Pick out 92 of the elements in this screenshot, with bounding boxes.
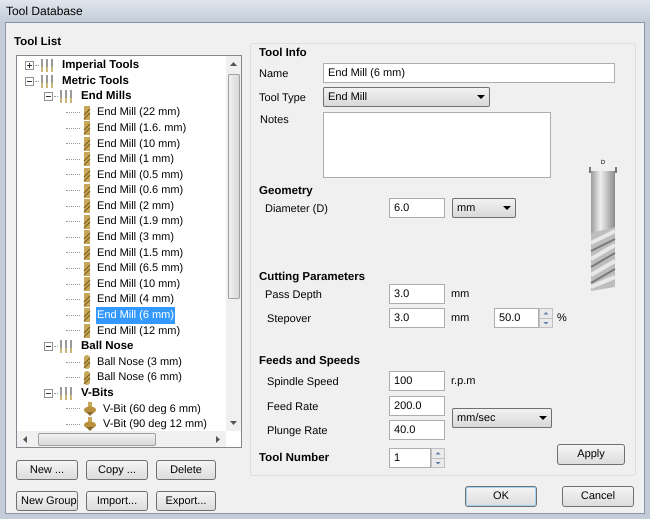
tool-item[interactable]: End Mill (10 mm) [96, 136, 182, 152]
tool-item[interactable]: End Mill (0.5 mm) [96, 166, 184, 184]
unit-label: r.p.m [451, 374, 476, 389]
feed-rate-field[interactable]: 200.0 [389, 396, 445, 416]
spindle-speed-field[interactable]: 100 [389, 371, 445, 391]
tool-item[interactable]: End Mill (2 mm) [96, 198, 176, 214]
field-label: Diameter (D) [265, 202, 328, 214]
tool-group-label[interactable]: V-Bits [79, 384, 116, 402]
field-label: Stepover [267, 312, 312, 324]
unit-label: % [557, 310, 567, 326]
tool-item[interactable]: Ball Nose (3 mm) [96, 354, 183, 370]
unit-label: mm [451, 286, 470, 302]
collapse-icon[interactable] [25, 76, 34, 86]
tool-list-button[interactable]: Copy ... [86, 460, 148, 480]
stepover-percent-field[interactable]: 50.0 [494, 308, 539, 328]
tool-list-button[interactable]: Delete [156, 460, 216, 480]
tool-group-icon [59, 386, 73, 400]
down-arrow-icon [540, 318, 552, 327]
dialog-button[interactable]: OK [465, 486, 537, 507]
scrollbar-thumb[interactable] [38, 432, 156, 446]
spinner-buttons[interactable] [431, 448, 445, 468]
caret-icon [477, 95, 485, 99]
vertical-scrollbar[interactable] [226, 56, 241, 431]
tool-group-icon [59, 340, 73, 353]
expand-icon[interactable] [25, 61, 34, 70]
tool-item[interactable]: End Mill (6.5 mm) [96, 260, 184, 277]
down-arrow-icon [432, 458, 444, 467]
tool-group-label[interactable]: Imperial Tools [60, 57, 142, 74]
field-label: Pass Depth [265, 288, 322, 300]
tool-item[interactable]: End Mill (10 mm) [96, 276, 182, 292]
spinner-buttons[interactable] [539, 308, 553, 328]
tool-item[interactable]: V-Bit (90 deg 12 mm) [102, 416, 208, 431]
tool-item[interactable]: End Mill (3 mm) [96, 229, 176, 246]
tool-number-field[interactable]: 1 [389, 448, 431, 468]
caret-icon [539, 416, 547, 420]
tool-item[interactable]: End Mill (0.6 mm) [96, 182, 184, 199]
tool-item[interactable]: End Mill (1.9 mm) [96, 213, 184, 230]
dropdown[interactable]: mm/sec [452, 408, 552, 428]
unit-label: mm [451, 310, 470, 326]
collapse-icon[interactable] [44, 388, 53, 398]
plunge-rate-field[interactable]: 40.0 [389, 420, 445, 440]
field-label: Feed Rate [267, 400, 318, 412]
section-heading: Geometry [259, 184, 314, 198]
dropdown[interactable]: mm [452, 198, 516, 218]
tool-list-button[interactable]: Export... [156, 491, 216, 511]
v-bit-icon [83, 417, 97, 431]
notes-field[interactable] [323, 112, 551, 178]
left-arrow-icon [23, 436, 27, 442]
down-arrow-icon [230, 421, 237, 425]
tool-item[interactable]: Ball Nose (6 mm) [96, 369, 183, 386]
apply-button[interactable]: Apply [557, 444, 625, 464]
section-heading: Feeds and Speeds [259, 354, 361, 368]
dialog-button[interactable]: Cancel [562, 486, 634, 507]
tool-item[interactable]: End Mill (4 mm) [96, 291, 176, 308]
tool-group-label[interactable]: Ball Nose [79, 338, 136, 356]
field-label: Tool Type [259, 92, 306, 104]
tool-item[interactable]: V-Bit (60 deg 6 mm) [102, 400, 202, 418]
tool-item[interactable]: End Mill (22 mm) [96, 104, 182, 121]
section-heading: Tool Number [259, 451, 330, 465]
field-label: Notes [260, 114, 289, 126]
collapse-icon[interactable] [44, 92, 53, 102]
collapse-icon[interactable] [44, 342, 53, 351]
field-label: Name [259, 68, 288, 80]
caret-icon [503, 206, 511, 210]
pass-depth-field[interactable]: 3.0 [389, 284, 445, 304]
tool-group-label[interactable]: End Mills [79, 88, 134, 106]
stepover-field[interactable]: 3.0 [389, 308, 445, 328]
horizontal-scrollbar[interactable] [17, 431, 226, 447]
dropdown[interactable]: End Mill [323, 87, 490, 107]
section-heading: Tool Info [259, 46, 308, 60]
window-title: Tool Database [6, 3, 83, 20]
tool-list-button[interactable]: New Group [16, 491, 78, 511]
section-heading: Cutting Parameters [259, 270, 366, 284]
tool-group-label[interactable]: Metric Tools [60, 72, 131, 90]
tool-group-icon [59, 90, 73, 104]
tool-list-button[interactable]: Import... [86, 491, 148, 511]
tool-group-icon [40, 74, 54, 88]
tool-group-icon [40, 59, 54, 72]
right-arrow-icon [216, 436, 220, 442]
diameter-field[interactable]: 6.0 [389, 198, 445, 218]
tool-item[interactable]: End Mill (12 mm) [96, 322, 182, 340]
field-label: Spindle Speed [267, 376, 339, 388]
v-bit-icon [83, 402, 97, 416]
up-arrow-icon [230, 62, 237, 66]
tool-item[interactable]: End Mill (1 mm) [96, 151, 176, 168]
tool-list-button[interactable]: New ... [16, 460, 78, 480]
tool-item[interactable]: End Mill (1.5 mm) [96, 244, 184, 262]
name-field[interactable]: End Mill (6 mm) [323, 63, 615, 83]
section-heading: Tool List [14, 35, 62, 49]
scrollbar-thumb[interactable] [228, 74, 240, 299]
field-label: Plunge Rate [267, 424, 328, 436]
tool-item[interactable]: End Mill (1.6. mm) [96, 120, 188, 136]
